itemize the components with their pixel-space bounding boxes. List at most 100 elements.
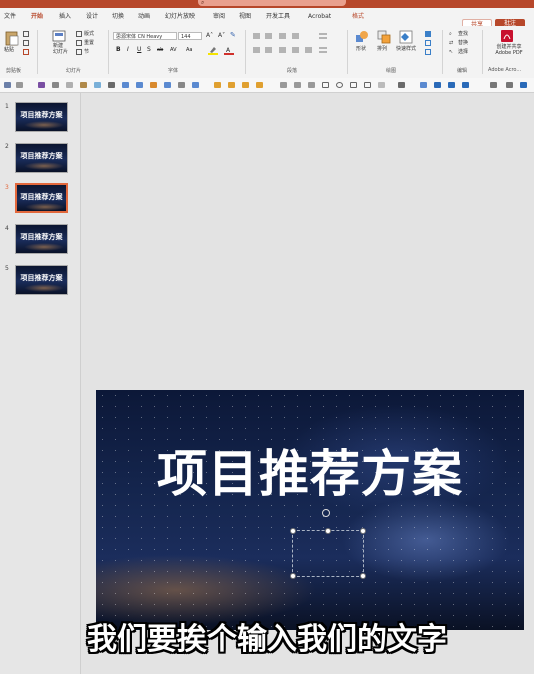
- replace-icon[interactable]: ⇄: [449, 40, 453, 46]
- group-label-drawing: 绘图: [386, 68, 397, 74]
- shape-outline-icon[interactable]: [425, 40, 431, 46]
- toolbar-icon[interactable]: [398, 82, 405, 88]
- grow-font-icon[interactable]: A˄: [206, 33, 213, 39]
- toolbar-icon[interactable]: [294, 82, 301, 88]
- copy-icon[interactable]: [23, 40, 29, 46]
- toolbar-icon[interactable]: [214, 82, 221, 88]
- undo-icon[interactable]: [16, 82, 23, 88]
- arrange-icon[interactable]: [377, 30, 391, 44]
- bold-button[interactable]: B: [116, 46, 121, 54]
- clear-format-icon[interactable]: ✎: [230, 32, 236, 39]
- toolbar-icon[interactable]: [350, 82, 357, 88]
- toolbar-icon[interactable]: [242, 82, 249, 88]
- paste-icon[interactable]: [5, 30, 19, 46]
- toolbar-icon[interactable]: [462, 82, 469, 88]
- tab-home[interactable]: 开始: [31, 13, 43, 21]
- shrink-font-icon[interactable]: A˅: [218, 33, 225, 39]
- group-label-slides: 幻灯片: [66, 68, 82, 74]
- tab-review[interactable]: 审阅: [213, 13, 225, 21]
- tab-acrobat[interactable]: Acrobat: [308, 13, 331, 21]
- font-size-select[interactable]: 144: [178, 32, 202, 40]
- tab-design[interactable]: 设计: [86, 13, 98, 21]
- toolbar-icon[interactable]: [192, 82, 199, 88]
- resize-handle[interactable]: [360, 573, 366, 579]
- tab-file[interactable]: 文件: [4, 13, 16, 21]
- tab-view[interactable]: 视图: [239, 13, 251, 21]
- resize-handle[interactable]: [360, 528, 366, 534]
- tab-shape-format[interactable]: 格式: [352, 13, 364, 21]
- save-icon[interactable]: [38, 82, 45, 88]
- toolbar-icon[interactable]: [80, 82, 87, 88]
- tab-insert[interactable]: 插入: [59, 13, 71, 21]
- tab-transitions[interactable]: 切换: [112, 13, 124, 21]
- toolbar-icon[interactable]: [420, 82, 427, 88]
- underline-button[interactable]: U: [137, 46, 141, 54]
- toolbar-icon[interactable]: [280, 82, 287, 88]
- oval-icon[interactable]: [336, 82, 343, 88]
- toolbar-icon[interactable]: [108, 82, 115, 88]
- slide-thumbnail[interactable]: 项目推荐方案: [15, 224, 68, 254]
- resize-handle[interactable]: [290, 528, 296, 534]
- adobe-pdf-icon[interactable]: [500, 29, 514, 43]
- new-slide-icon[interactable]: [52, 30, 66, 42]
- section-icon[interactable]: [76, 49, 82, 55]
- search-box[interactable]: ⌕: [198, 0, 346, 6]
- thumbnail-title: 项目推荐方案: [20, 273, 63, 282]
- slide-thumbnail[interactable]: 项目推荐方案: [15, 265, 68, 295]
- reset-icon[interactable]: [76, 40, 82, 46]
- slide-title[interactable]: 项目推荐方案: [96, 434, 524, 506]
- toolbar-icon[interactable]: [520, 82, 527, 88]
- find-button[interactable]: ⌕: [449, 31, 452, 37]
- italic-button[interactable]: I: [127, 46, 129, 54]
- toolbar-icon[interactable]: [164, 82, 171, 88]
- toolbar-icon[interactable]: [378, 82, 385, 88]
- tab-animations[interactable]: 动画: [138, 13, 150, 21]
- toolbar-icon[interactable]: [256, 82, 263, 88]
- current-slide[interactable]: 项目推荐方案: [96, 390, 524, 630]
- shadow-button[interactable]: S: [147, 46, 151, 54]
- toolbar-icon[interactable]: [122, 82, 129, 88]
- toolbar-icon[interactable]: [178, 82, 185, 88]
- selected-text-box[interactable]: [292, 530, 364, 577]
- slide-thumbnail[interactable]: 项目推荐方案: [15, 143, 68, 173]
- toolbar-icon[interactable]: [136, 82, 143, 88]
- format-painter-icon[interactable]: [23, 49, 29, 55]
- shape-effects-icon[interactable]: [425, 49, 431, 55]
- toolbar-icon[interactable]: [66, 82, 73, 88]
- change-case-button[interactable]: Aa: [186, 46, 192, 54]
- slide-thumbnail-selected[interactable]: 项目推荐方案: [15, 183, 68, 213]
- resize-handle[interactable]: [290, 573, 296, 579]
- toolbar-icon[interactable]: [448, 82, 455, 88]
- shapes-label: 形状: [356, 46, 367, 52]
- resize-handle[interactable]: [325, 528, 331, 534]
- shapes-icon[interactable]: [355, 30, 369, 44]
- rotate-handle[interactable]: [322, 509, 330, 517]
- quick-styles-icon[interactable]: [399, 30, 413, 44]
- toolbar-icon[interactable]: [308, 82, 315, 88]
- toolbar-icon[interactable]: [150, 82, 157, 88]
- font-name-select[interactable]: 思源宋体 CN Heavy: [113, 32, 177, 40]
- slide-thumbnail[interactable]: 项目推荐方案: [15, 102, 68, 132]
- font-color-icon[interactable]: A: [224, 46, 234, 55]
- arrange-label: 排列: [377, 46, 388, 52]
- toolbar-icon[interactable]: [94, 82, 101, 88]
- toolbar-icon[interactable]: [228, 82, 235, 88]
- toolbar-icon[interactable]: [364, 82, 371, 88]
- tab-developer[interactable]: 开发工具: [266, 13, 290, 21]
- select-icon[interactable]: ↖: [449, 49, 453, 55]
- redo-icon[interactable]: [52, 82, 59, 88]
- rectangle-icon[interactable]: [322, 82, 329, 88]
- cut-icon[interactable]: [23, 31, 29, 37]
- char-spacing-button[interactable]: AV: [170, 46, 177, 54]
- pen-icon[interactable]: [490, 82, 497, 88]
- highlight-color-icon[interactable]: [208, 46, 218, 55]
- slideshow-icon[interactable]: [4, 82, 11, 88]
- quick-styles-label: 快速样式: [396, 46, 417, 52]
- tab-slideshow[interactable]: 幻灯片放映: [165, 13, 195, 21]
- paragraph-tools-icon[interactable]: [251, 32, 341, 58]
- layout-icon[interactable]: [76, 31, 82, 37]
- toolbar-icon[interactable]: [434, 82, 441, 88]
- strikethrough-button[interactable]: ab: [157, 46, 163, 54]
- shape-fill-icon[interactable]: [425, 31, 431, 37]
- pen-icon[interactable]: [506, 82, 513, 88]
